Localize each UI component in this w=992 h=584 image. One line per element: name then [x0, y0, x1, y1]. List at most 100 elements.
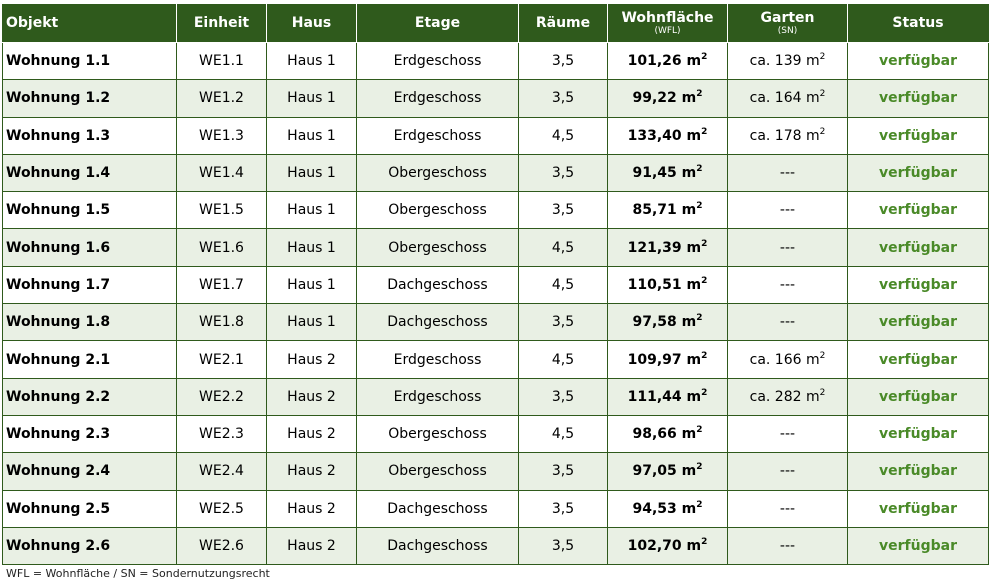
cell-garten-value: ---	[779, 538, 796, 554]
cell-einheit: WE2.4	[176, 452, 267, 491]
cell-wohnflaeche-value: 97,58 m	[632, 314, 697, 331]
cell-wohnflaeche-value: 111,44 m	[627, 388, 702, 405]
cell-wohnflaeche-value: 102,70 m	[627, 538, 702, 554]
table-row: Wohnung 1.3 WE1.3 Haus 1 Erdgeschoss 4,5 133,…	[2, 116, 989, 155]
cell-wohnflaeche: 101,26 m2	[607, 41, 728, 81]
cell-einheit: WE2.2	[176, 377, 267, 416]
cell-etage: Erdgeschoss	[356, 377, 519, 416]
cell-garten-value: ---	[779, 314, 796, 331]
cell-einheit: WE1.2	[176, 79, 267, 118]
table-row: Wohnung 1.4 WE1.4 Haus 1 Obergeschoss 3,5 91,…	[2, 153, 989, 193]
table-row: Wohnung 1.2 WE1.2 Haus 1 Erdgeschoss 3,5 99,2…	[2, 79, 989, 118]
cell-garten-unit-exponent: 2	[819, 350, 826, 361]
cell-einheit: WE1.4	[176, 153, 267, 193]
header-etage: Etage	[356, 4, 519, 43]
cell-wohnflaeche-unit-exponent: 2	[696, 313, 703, 324]
cell-garten: ---	[727, 153, 848, 193]
cell-haus: Haus 2	[266, 489, 357, 528]
cell-haus: Haus 1	[266, 191, 357, 230]
table-row: Wohnung 2.3 WE2.3 Haus 2 Obergeschoss 4,5 98,…	[2, 414, 989, 454]
header-haus: Haus	[266, 4, 357, 43]
cell-garten: ---	[727, 228, 848, 267]
header-einheit: Einheit	[176, 4, 267, 43]
cell-etage: Dachgeschoss	[356, 526, 519, 566]
cell-garten: ca. 282 m2	[727, 377, 848, 416]
cell-status: verfügbar	[847, 41, 989, 81]
cell-etage: Erdgeschoss	[356, 116, 519, 155]
cell-etage: Erdgeschoss	[356, 41, 519, 81]
cell-garten-value: ---	[779, 165, 796, 182]
cell-raeume: 3,5	[518, 377, 608, 416]
cell-wohnflaeche-value: 94,53 m	[632, 500, 697, 517]
cell-wohnflaeche-unit-exponent: 2	[701, 350, 708, 361]
cell-objekt: Wohnung 1.1	[2, 41, 177, 81]
cell-garten-value: ca. 166 m	[749, 351, 820, 368]
cell-garten: ca. 164 m2	[727, 79, 848, 118]
cell-raeume: 3,5	[518, 303, 608, 342]
cell-etage: Erdgeschoss	[356, 79, 519, 118]
cell-status: verfügbar	[847, 452, 989, 491]
cell-status: verfügbar	[847, 526, 989, 566]
header-status: Status	[847, 4, 989, 43]
table-row: Wohnung 2.4 WE2.4 Haus 2 Obergeschoss 3,5 97,…	[2, 452, 989, 491]
cell-objekt: Wohnung 2.1	[2, 340, 177, 379]
header-garten-label: Garten	[760, 9, 815, 26]
header-garten-sub: (SN)	[777, 25, 798, 36]
header-objekt: Objekt	[2, 4, 177, 43]
cell-einheit: WE1.3	[176, 116, 267, 155]
cell-wohnflaeche-unit-exponent: 2	[696, 499, 703, 510]
cell-garten: ca. 178 m2	[727, 116, 848, 155]
table-row: Wohnung 2.5 WE2.5 Haus 2 Dachgeschoss 3,5 94,…	[2, 489, 989, 528]
cell-wohnflaeche: 110,51 m2	[607, 265, 728, 305]
cell-garten: ---	[727, 303, 848, 342]
cell-haus: Haus 1	[266, 41, 357, 81]
table-row: Wohnung 1.1 WE1.1 Haus 1 Erdgeschoss 3,5 101,…	[2, 41, 989, 81]
cell-wohnflaeche-value: 101,26 m	[627, 53, 702, 70]
table-row: Wohnung 1.5 WE1.5 Haus 1 Obergeschoss 3,5 85,…	[2, 191, 989, 230]
cell-garten: ca. 166 m2	[727, 340, 848, 379]
cell-garten: ---	[727, 526, 848, 566]
cell-garten: ---	[727, 452, 848, 491]
cell-haus: Haus 1	[266, 303, 357, 342]
cell-wohnflaeche: 94,53 m2	[607, 489, 728, 528]
cell-garten: ---	[727, 414, 848, 454]
cell-garten-value: ca. 164 m	[749, 90, 820, 107]
cell-einheit: WE1.5	[176, 191, 267, 230]
cell-status: verfügbar	[847, 303, 989, 342]
cell-wohnflaeche: 97,58 m2	[607, 303, 728, 342]
cell-objekt: Wohnung 1.2	[2, 79, 177, 118]
header-wohnflaeche-sub: (WFL)	[654, 25, 681, 36]
cell-raeume: 3,5	[518, 153, 608, 193]
cell-wohnflaeche-unit-exponent: 2	[701, 387, 708, 398]
cell-wohnflaeche-value: 99,22 m	[632, 90, 697, 107]
cell-wohnflaeche-unit-exponent: 2	[696, 462, 703, 473]
cell-wohnflaeche-unit-exponent: 2	[696, 425, 703, 436]
cell-etage: Erdgeschoss	[356, 340, 519, 379]
cell-status: verfügbar	[847, 228, 989, 267]
cell-garten-value: ---	[779, 463, 796, 480]
cell-status: verfügbar	[847, 377, 989, 416]
table-header: Objekt Einheit Haus Etage Räume Wohnfläc…	[2, 4, 989, 43]
table-row: Wohnung 1.8 WE1.8 Haus 1 Dachgeschoss 3,5 97,…	[2, 303, 989, 342]
cell-wohnflaeche: 109,97 m2	[607, 340, 728, 379]
cell-status: verfügbar	[847, 340, 989, 379]
cell-wohnflaeche: 97,05 m2	[607, 452, 728, 491]
cell-wohnflaeche-value: 85,71 m	[632, 202, 697, 219]
cell-haus: Haus 2	[266, 414, 357, 454]
cell-haus: Haus 2	[266, 526, 357, 566]
cell-objekt: Wohnung 2.3	[2, 414, 177, 454]
cell-garten: ---	[727, 265, 848, 305]
cell-garten-value: ca. 178 m	[749, 127, 820, 144]
cell-wohnflaeche: 99,22 m2	[607, 79, 728, 118]
cell-einheit: WE1.1	[176, 41, 267, 81]
cell-haus: Haus 1	[266, 153, 357, 193]
cell-raeume: 3,5	[518, 191, 608, 230]
cell-raeume: 3,5	[518, 452, 608, 491]
cell-status: verfügbar	[847, 191, 989, 230]
table-row: Wohnung 2.2 WE2.2 Haus 2 Erdgeschoss 3,5 111,…	[2, 377, 989, 416]
footnote: WFL = Wohnfläche / SN = Sondernutzungsre…	[6, 567, 270, 580]
cell-haus: Haus 1	[266, 116, 357, 155]
header-garten: Garten (SN)	[727, 4, 848, 43]
cell-wohnflaeche: 85,71 m2	[607, 191, 728, 230]
cell-raeume: 4,5	[518, 228, 608, 267]
